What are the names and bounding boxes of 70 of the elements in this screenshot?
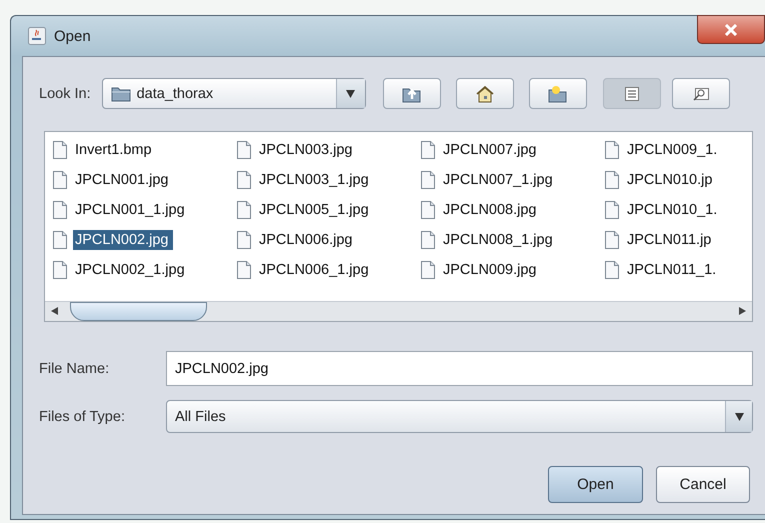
file-name[interactable]: JPCLN001_1.jpg [73,200,189,220]
file-name[interactable]: JPCLN006_1.jpg [257,260,373,280]
file-name[interactable]: JPCLN008.jpg [441,200,540,220]
file-name[interactable]: JPCLN007.jpg [441,140,540,160]
file-icon [421,231,435,249]
file-name[interactable]: JPCLN009.jpg [441,260,540,280]
dropdown-arrow-icon [734,412,744,420]
file-name[interactable]: Invert1.bmp [73,140,156,160]
file-icon [53,201,67,219]
folder-name: data_thorax [136,86,214,102]
horizontal-scrollbar[interactable] [45,301,752,321]
file-type-value: All Files [175,408,226,424]
coffee-cup-icon [28,27,46,45]
file-icon [53,171,67,189]
look-in-label: Look In: [39,86,91,102]
file-icon [605,201,619,219]
file-icon [237,141,251,159]
file-icon [605,261,619,279]
file-name[interactable]: JPCLN008_1.jpg [441,230,557,250]
file-icon [237,171,251,189]
file-name-label: File Name: [39,360,110,376]
file-icon [421,201,435,219]
file-icon [421,171,435,189]
file-name[interactable]: JPCLN010.jp [625,170,716,190]
scroll-left-icon[interactable] [51,307,58,315]
file-type-dropdown[interactable]: All Files [166,400,753,433]
file-name[interactable]: JPCLN006.jpg [257,230,356,250]
scroll-right-icon[interactable] [739,307,746,315]
details-view-icon [692,86,710,102]
new-folder-button[interactable] [528,78,587,109]
file-icon [53,261,67,279]
close-icon [724,24,738,36]
window-title: Open [54,28,91,44]
file-name[interactable]: JPCLN011_1. [625,260,720,280]
dropdown-arrow-icon [346,90,356,98]
open-button[interactable]: Open [548,466,643,503]
home-button[interactable] [456,78,514,109]
file-icon [605,141,619,159]
home-icon [474,84,495,102]
look-in-dropdown[interactable]: data_thorax [102,78,366,109]
file-type-label: Files of Type: [39,408,125,424]
file-name[interactable]: JPCLN005_1.jpg [257,200,373,220]
close-button[interactable] [697,15,765,44]
file-icon [605,231,619,249]
file-icon [53,141,67,159]
file-name[interactable]: JPCLN007_1.jpg [441,170,557,190]
cancel-button[interactable]: Cancel [656,466,750,503]
file-name[interactable]: JPCLN011.jp [625,230,716,250]
file-name-field[interactable]: JPCLN002.jpg [166,351,753,386]
list-view-button[interactable] [602,78,661,109]
file-icon [605,171,619,189]
file-icon [237,261,251,279]
folder-icon [110,86,131,102]
file-icon [421,141,435,159]
file-name[interactable]: JPCLN001.jpg [73,170,172,190]
new-folder-icon [548,84,568,102]
file-name[interactable]: JPCLN003_1.jpg [257,170,373,190]
file-icon [53,231,67,249]
up-folder-button[interactable] [382,78,441,109]
file-name[interactable]: JPCLN003.jpg [257,140,356,160]
file-name[interactable]: JPCLN002_1.jpg [73,260,189,280]
file-name[interactable]: JPCLN002.jpg [73,230,172,250]
file-icon [237,201,251,219]
scrollbar-thumb[interactable] [70,302,207,321]
file-icon [421,261,435,279]
file-name[interactable]: JPCLN009_1. [625,140,722,160]
list-view-icon [624,86,639,100]
details-view-button[interactable] [672,78,730,109]
file-name[interactable]: JPCLN010_1. [625,200,722,220]
file-icon [237,231,251,249]
